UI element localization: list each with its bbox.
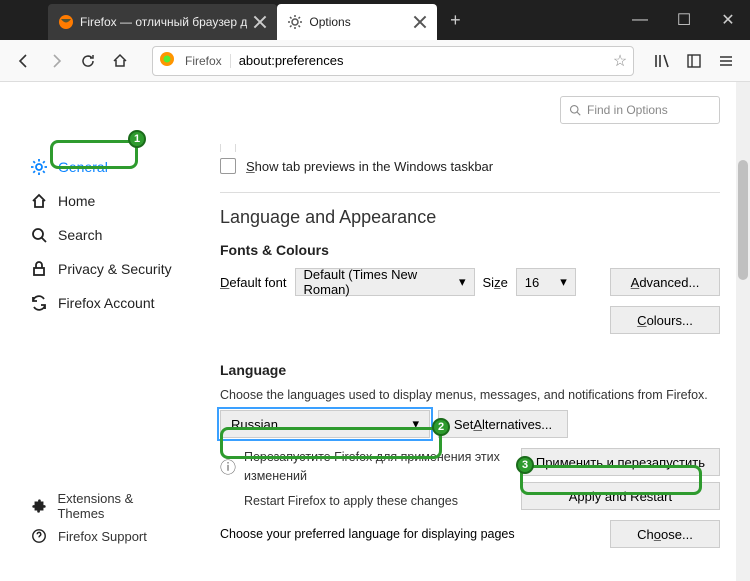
sidebar-item-extensions[interactable]: Extensions & Themes: [20, 491, 190, 521]
firefox-icon: [159, 51, 179, 71]
sidebar-item-label: Search: [58, 227, 102, 243]
sidebar-item-label: General: [58, 159, 108, 175]
apply-restart-en-button[interactable]: Apply and Restart: [521, 482, 720, 510]
apply-restart-ru-button[interactable]: Применить и перезапустить: [521, 448, 720, 476]
select-value: 16: [525, 275, 539, 290]
menu-button[interactable]: [712, 47, 740, 75]
content: General Home Search Privacy & Security F…: [0, 82, 750, 581]
check-label: Show tab previews in the Windows taskbar: [246, 159, 493, 174]
restart-en: Restart Firefox to apply these changes: [244, 492, 515, 511]
sidebar-item-privacy[interactable]: Privacy & Security: [20, 252, 190, 286]
titlebar: Firefox — отличный браузер д Options + —…: [0, 0, 750, 40]
sidebar-button[interactable]: [680, 47, 708, 75]
sidebar-item-home[interactable]: Home: [20, 184, 190, 218]
search-icon: [30, 226, 48, 244]
scrollbar-track[interactable]: [736, 82, 750, 581]
search-icon: [569, 104, 581, 116]
sync-icon: [30, 294, 48, 312]
sidebar-item-general[interactable]: General: [20, 150, 190, 184]
nav-toolbar: Firefox ☆: [0, 40, 750, 82]
restart-notice: ⓘ Перезапустите Firefox для применения э…: [220, 448, 720, 510]
language-subheading: Language: [220, 362, 720, 378]
set-alternatives-button[interactable]: Set Alternatives...: [438, 410, 568, 438]
new-tab-button[interactable]: +: [437, 0, 473, 40]
info-icon: ⓘ: [220, 448, 238, 478]
tab-firefox-home[interactable]: Firefox — отличный браузер д: [48, 4, 277, 40]
colours-button[interactable]: Colours...: [610, 306, 720, 334]
firefox-icon: [58, 14, 74, 30]
url-input[interactable]: [231, 53, 607, 68]
checkbox[interactable]: [220, 158, 236, 174]
library-button[interactable]: [648, 47, 676, 75]
size-label: Size: [483, 275, 508, 290]
close-icon[interactable]: [413, 15, 427, 29]
home-icon: [30, 192, 48, 210]
tab-options[interactable]: Options: [277, 4, 437, 40]
sidebar-item-label: Firefox Account: [58, 295, 155, 311]
back-button[interactable]: [10, 47, 38, 75]
default-font-select[interactable]: Default (Times New Roman) ▾: [295, 268, 475, 296]
reload-button[interactable]: [74, 47, 102, 75]
chevron-down-icon: ▾: [459, 274, 466, 290]
chevron-down-icon: ▾: [412, 416, 419, 432]
puzzle-icon: [30, 497, 47, 515]
tabs-preview-check: Show tab previews in the Windows taskbar: [220, 158, 720, 174]
choose-desc: Choose your preferred language for displ…: [220, 527, 515, 541]
gear-icon: [30, 158, 48, 176]
language-desc: Choose the languages used to display men…: [220, 388, 720, 402]
close-icon[interactable]: [253, 15, 267, 29]
language-row: Russian ▾ Set Alternatives...: [220, 410, 720, 438]
font-size-select[interactable]: 16 ▾: [516, 268, 576, 296]
sidebar-item-label: Firefox Support: [58, 529, 147, 544]
page-language-row: Choose your preferred language for displ…: [220, 520, 720, 548]
restart-ru: Перезапустите Firefox для применения эти…: [244, 448, 515, 486]
find-in-options[interactable]: Find in Options: [560, 96, 720, 124]
sidebar-item-support[interactable]: Firefox Support: [20, 521, 190, 551]
callout-badge-2: 2: [432, 418, 450, 436]
chevron-down-icon: ▾: [560, 274, 567, 290]
gear-icon: [287, 14, 303, 30]
callout-badge-1: 1: [128, 130, 146, 148]
choose-languages-button[interactable]: Choose...: [610, 520, 720, 548]
tab-label: Firefox — отличный браузер д: [80, 15, 247, 29]
select-value: Russian: [231, 417, 278, 432]
forward-button[interactable]: [42, 47, 70, 75]
bookmark-star-icon[interactable]: ☆: [607, 51, 633, 71]
tab-label: Options: [309, 15, 407, 29]
tabs: Firefox — отличный браузер д Options: [0, 0, 437, 40]
sidebar-item-label: Privacy & Security: [58, 261, 172, 277]
close-button[interactable]: ✕: [706, 0, 750, 40]
language-select[interactable]: Russian ▾: [220, 410, 430, 438]
scrollbar-thumb[interactable]: [738, 160, 748, 280]
minimize-button[interactable]: —: [618, 0, 662, 40]
sidebar: General Home Search Privacy & Security F…: [0, 82, 190, 581]
sidebar-item-label: Home: [58, 193, 95, 209]
main-pane: Find in Options x Show tab previews in t…: [190, 82, 750, 581]
lock-icon: [30, 260, 48, 278]
advanced-fonts-button[interactable]: Advanced...: [610, 268, 720, 296]
sidebar-item-label: Extensions & Themes: [57, 491, 180, 521]
window-controls: — ☐ ✕: [618, 0, 750, 40]
find-placeholder: Find in Options: [587, 103, 668, 117]
url-bar[interactable]: Firefox ☆: [152, 46, 634, 76]
select-value: Default (Times New Roman): [304, 267, 453, 297]
home-button[interactable]: [106, 47, 134, 75]
sidebar-item-account[interactable]: Firefox Account: [20, 286, 190, 320]
help-icon: [30, 527, 48, 545]
fonts-subheading: Fonts & Colours: [220, 242, 720, 258]
sidebar-item-search[interactable]: Search: [20, 218, 190, 252]
section-language-appearance: Language and Appearance: [220, 207, 720, 228]
tabs-check-cutoff: x: [220, 144, 720, 152]
default-font-label: Default font: [220, 275, 287, 290]
maximize-button[interactable]: ☐: [662, 0, 706, 40]
divider: [220, 192, 720, 193]
identity-label: Firefox: [185, 54, 231, 68]
sidebar-bottom: Extensions & Themes Firefox Support: [20, 491, 190, 571]
checkbox[interactable]: [220, 144, 236, 152]
default-font-row: Default font Default (Times New Roman) ▾…: [220, 268, 720, 296]
callout-badge-3: 3: [516, 456, 534, 474]
